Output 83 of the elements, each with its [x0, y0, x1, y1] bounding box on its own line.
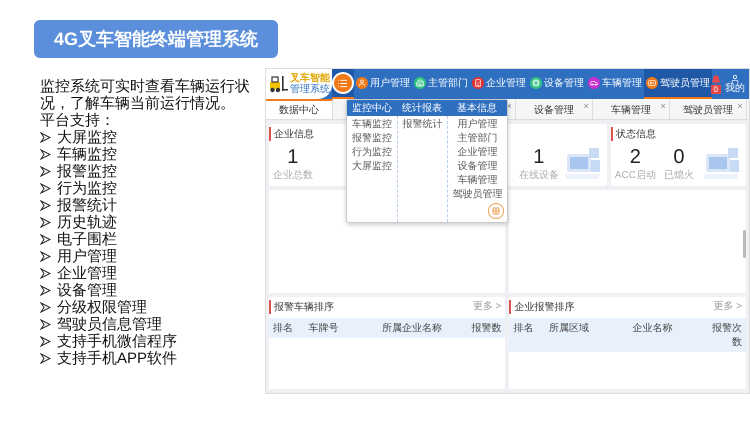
intro-text: 监控系统可实时查看车辆运行状况，了解车辆当前运行情况。 [40, 78, 251, 112]
stat-value: 1 [287, 146, 298, 168]
arrow-bullet-icon [40, 200, 51, 211]
stat-label: 在线设备 [518, 168, 559, 182]
arrow-bullet-icon [40, 285, 51, 296]
feature-item: 电子围栏 [57, 231, 117, 248]
menu-item[interactable]: 报警监控 [352, 133, 392, 145]
column-header: 报警次数 [711, 322, 742, 349]
stat-label: ACC启动 [614, 168, 656, 182]
arrow-bullet-icon [40, 132, 51, 143]
feature-item: 企业管理 [57, 265, 117, 282]
user-icon [730, 74, 740, 84]
menu-group-title: 统计报表 [400, 102, 443, 115]
arrow-bullet-icon [40, 251, 51, 262]
card-title: 企业信息 [268, 127, 314, 141]
support-label: 平台支持： [40, 112, 116, 129]
feature-item: 支持手机微信程序 [57, 333, 177, 350]
logo-title: 叉车智能 [290, 73, 330, 84]
menu-item[interactable]: 设备管理 [457, 161, 498, 173]
menu-item[interactable]: 车辆管理 [457, 175, 498, 187]
column-header: 报警数 [470, 322, 502, 335]
menu-item[interactable]: 报警统计 [402, 119, 442, 131]
menu-group-title: 基本信息 [456, 102, 498, 115]
grid-icon[interactable] [488, 203, 504, 219]
nav-item[interactable]: 车辆管理 [586, 69, 644, 99]
feature-item: 报警统计 [57, 197, 117, 214]
arrow-bullet-icon [40, 268, 51, 279]
menu-item[interactable]: 大屏监控 [352, 161, 392, 173]
forklift-icon [268, 74, 288, 94]
feature-item: 设备管理 [57, 282, 117, 299]
device-illustration [562, 146, 603, 182]
arrow-bullet-icon [40, 336, 51, 347]
menu-group-title: 监控中心 [350, 102, 393, 115]
stat-label: 企业总数 [272, 168, 313, 182]
menu-item[interactable]: 行为监控 [352, 147, 392, 159]
logo-subtitle: 管理系统 [290, 84, 330, 95]
feature-item: 行为监控 [57, 180, 117, 197]
column-header: 车牌号 [308, 322, 340, 335]
feature-item: 分级权限管理 [57, 299, 147, 316]
feature-item: 报警监控 [57, 163, 117, 180]
feature-item: 大屏监控 [57, 129, 117, 146]
arrow-bullet-icon [40, 234, 51, 245]
menu-item[interactable]: 主管部门 [457, 133, 498, 145]
menu-item[interactable]: 企业管理 [457, 147, 498, 159]
panel-title: 报警车辆排序 [268, 300, 334, 314]
tab[interactable]: 数据中心 [266, 99, 333, 119]
stat-value: 0 [673, 146, 685, 168]
bell-icon[interactable] [710, 74, 721, 84]
stat-label: 已熄火 [664, 168, 694, 182]
nav-item[interactable]: 驾驶员管理 [644, 69, 712, 99]
card-title: 状态信息 [610, 127, 656, 141]
column-header: 排名 [272, 322, 294, 335]
column-header: 所属企业名称 [381, 322, 444, 335]
feature-item: 用户管理 [57, 248, 117, 265]
panel-title: 企业报警排序 [509, 300, 574, 314]
arrow-bullet-icon [40, 319, 51, 330]
nav-item[interactable] [332, 69, 354, 99]
column-header: 所属区域 [549, 322, 590, 336]
arrow-bullet-icon [40, 302, 51, 313]
menu-item[interactable]: 驾驶员管理 [452, 189, 502, 201]
stat-value: 2 [630, 146, 641, 168]
stat-value: 1 [533, 146, 544, 168]
column-header: 企业名称 [632, 322, 674, 336]
nav-item[interactable]: 用户管理 [354, 69, 412, 99]
arrow-bullet-icon [40, 217, 51, 228]
menu-item[interactable]: 用户管理 [457, 119, 498, 131]
menu-item[interactable]: 车辆监控 [352, 119, 392, 131]
scroll-thumb[interactable] [743, 230, 746, 258]
arrow-bullet-icon [40, 166, 51, 177]
feature-item: 驾驶员信息管理 [57, 316, 162, 333]
feature-item: 历史轨迹 [57, 214, 117, 231]
feature-item: 车辆监控 [57, 146, 117, 163]
monitor-illustration [702, 146, 742, 182]
feature-item: 支持手机APP软件 [57, 350, 178, 367]
arrow-bullet-icon [40, 183, 51, 194]
user-menu[interactable]: 我的 [725, 74, 745, 94]
arrow-bullet-icon [40, 353, 51, 364]
arrow-bullet-icon [40, 149, 51, 160]
nav-item[interactable]: 企业管理 [470, 69, 528, 99]
nav-item[interactable]: 设备管理 [528, 69, 586, 99]
slide-title: 4G叉车智能终端管理系统 [34, 20, 278, 58]
nav-item[interactable]: 主管部门 [412, 69, 470, 99]
column-header: 排名 [513, 322, 534, 336]
